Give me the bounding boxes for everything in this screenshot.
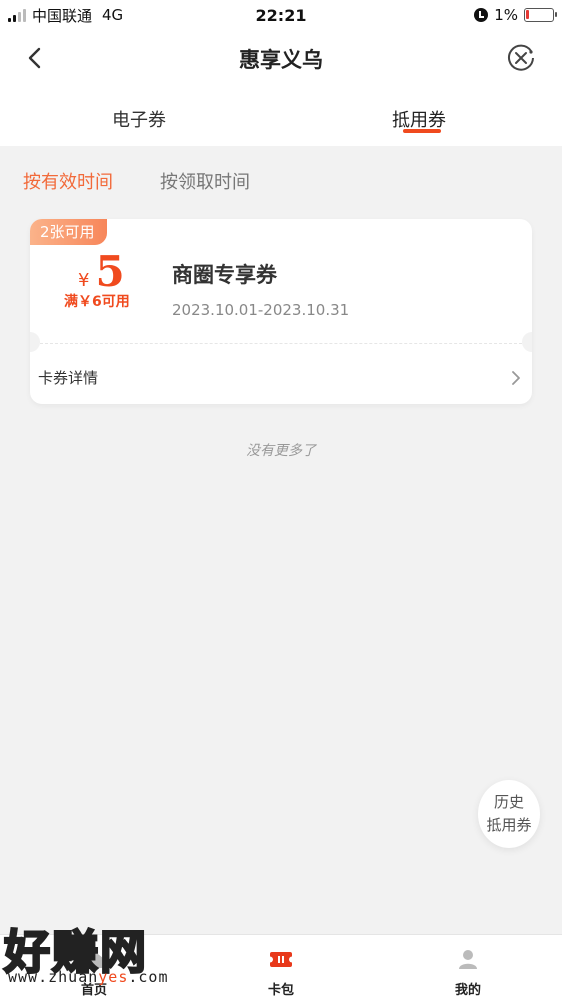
history-coupon-button[interactable]: 历史 抵用券 — [478, 780, 540, 848]
amount-value: 5 — [95, 247, 125, 296]
page-title: 惠享义乌 — [239, 48, 323, 72]
card-wallet-icon — [269, 952, 293, 967]
card-notch — [522, 332, 532, 352]
coupon-detail-label: 卡券详情 — [38, 369, 99, 387]
watermark: 好赚网 www.zhuanyes.com — [0, 916, 200, 992]
user-icon — [459, 950, 477, 969]
coupon-amount: ¥ 5 — [78, 247, 125, 296]
usage-threshold: 满￥6可用 — [64, 294, 130, 310]
tab-card-wallet-label: 卡包 — [267, 983, 294, 998]
close-mini-program-icon[interactable] — [506, 43, 536, 73]
status-right: 1% — [474, 6, 557, 24]
status-bar: 中国联通 4G 22:21 1% — [0, 0, 562, 30]
tab-card-wallet[interactable]: 卡包 — [221, 935, 341, 1000]
alarm-icon — [474, 8, 489, 22]
battery-icon — [524, 8, 557, 22]
nav-bar: 惠享义乌 — [0, 30, 562, 86]
history-button-line1: 历史 — [493, 793, 524, 811]
card-notch — [30, 332, 40, 352]
tab-mine-label: 我的 — [454, 983, 481, 998]
currency-symbol: ¥ — [78, 270, 90, 291]
watermark-url: www.zhuanyes.com — [8, 968, 169, 986]
history-button-line2: 抵用券 — [486, 816, 532, 834]
sort-by-valid-time[interactable]: 按有效时间 — [23, 168, 113, 194]
no-more-text: 没有更多了 — [246, 443, 316, 459]
watermark-url-prefix: www.zhuan — [8, 968, 99, 986]
card-divider — [40, 343, 522, 344]
tab-mine[interactable]: 我的 — [408, 935, 528, 1000]
coupon-validity: 2023.10.01-2023.10.31 — [172, 301, 350, 319]
sort-by-receive-time[interactable]: 按领取时间 — [160, 168, 250, 194]
available-count-badge: 2张可用 — [30, 219, 107, 245]
tab-electronic-coupon[interactable]: 电子券 — [112, 106, 166, 132]
coupon-card[interactable]: 2张可用 ¥ 5 满￥6可用 商圈专享券 2023.10.01-2023.10.… — [30, 219, 532, 404]
watermark-url-suffix: .com — [128, 968, 169, 986]
chevron-right-icon — [512, 371, 520, 385]
coupon-type-tabs: 电子券 抵用券 — [0, 86, 562, 146]
battery-percent: 1% — [494, 6, 518, 24]
coupon-detail-row[interactable]: 卡券详情 — [30, 354, 532, 402]
coupon-name: 商圈专享券 — [172, 263, 277, 287]
active-tab-indicator — [403, 129, 441, 133]
sort-bar: 按有效时间 按领取时间 — [0, 146, 562, 212]
watermark-url-accent: yes — [98, 968, 129, 986]
